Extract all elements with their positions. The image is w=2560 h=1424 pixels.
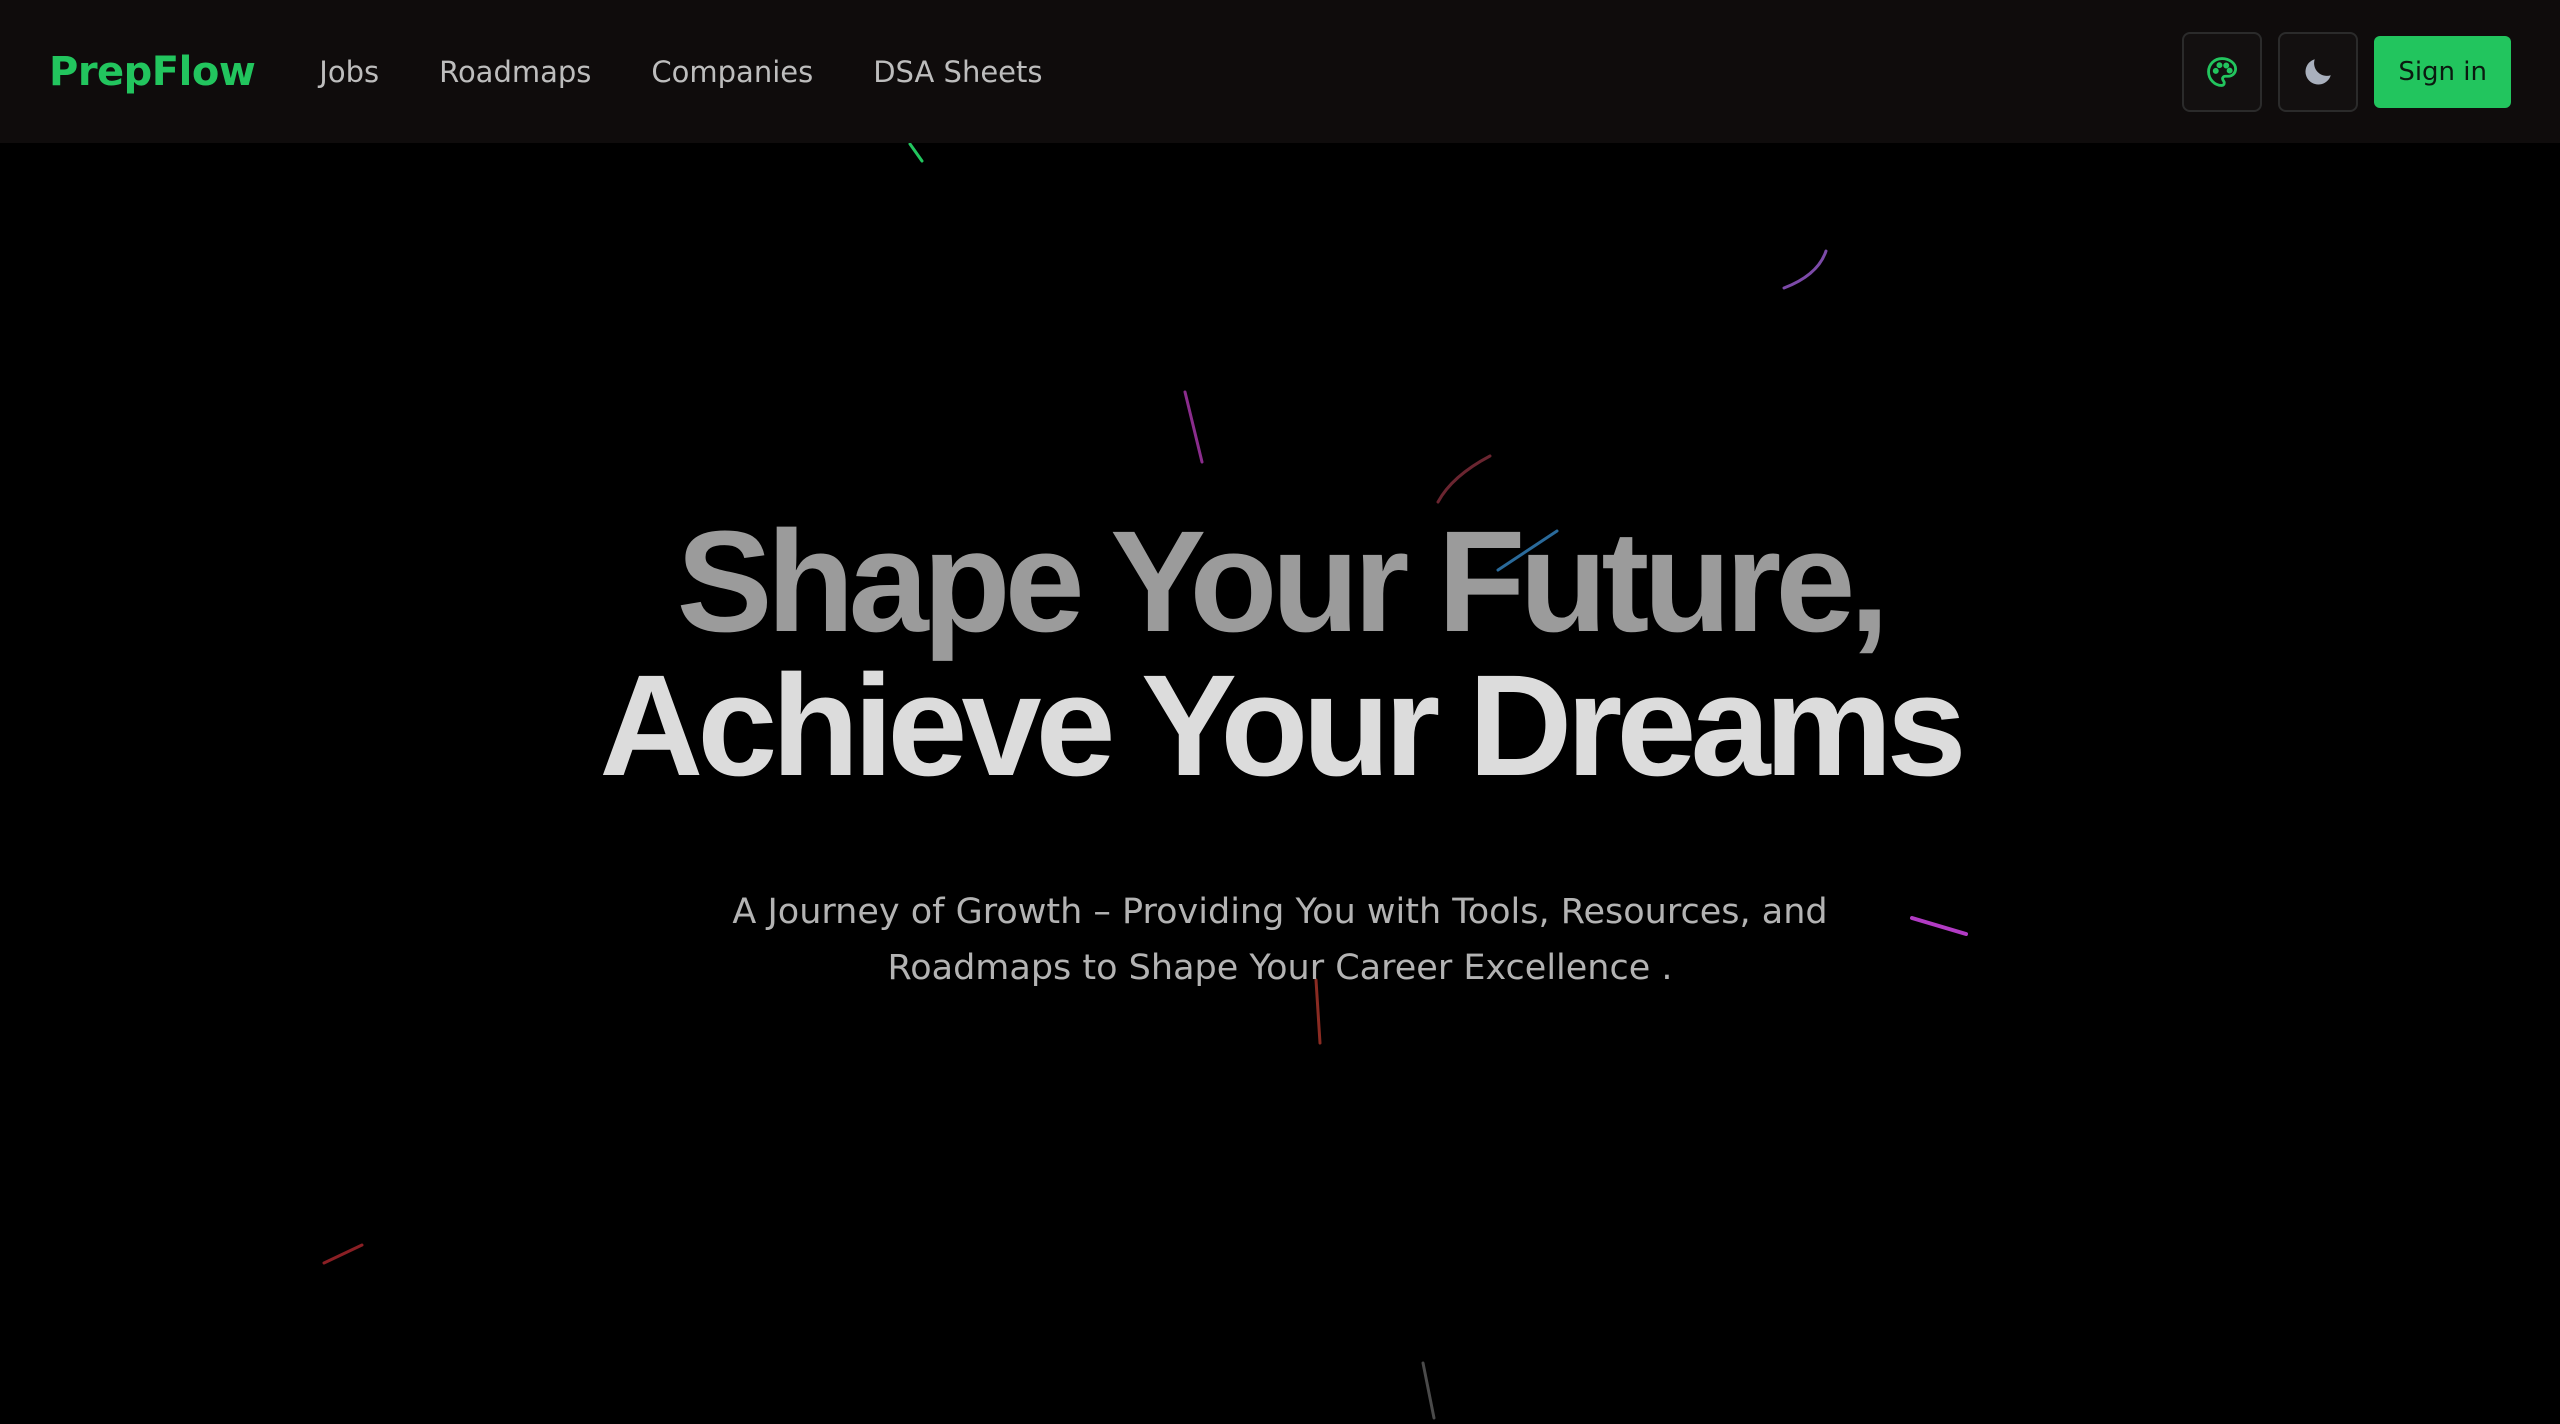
nav-link-jobs[interactable]: Jobs bbox=[319, 55, 379, 89]
streak-purple-top bbox=[1782, 249, 1828, 290]
brand-logo[interactable]: PrepFlow bbox=[49, 49, 256, 95]
nav-link-roadmaps[interactable]: Roadmaps bbox=[439, 55, 591, 89]
nav-link-companies[interactable]: Companies bbox=[651, 55, 813, 89]
streak-magenta bbox=[1183, 390, 1204, 464]
streak-red-left bbox=[322, 1243, 364, 1265]
theme-button[interactable] bbox=[2182, 31, 2263, 112]
primary-nav: Jobs Roadmaps Companies DSA Sheets bbox=[289, 55, 1072, 89]
moon-icon bbox=[2305, 58, 2332, 85]
streak-gray bbox=[1421, 1361, 1436, 1420]
hero-title-line-2: Achieve Your Dreams bbox=[599, 645, 1966, 806]
nav-link-dsa-sheets[interactable]: DSA Sheets bbox=[873, 55, 1042, 89]
streak-green bbox=[908, 142, 924, 163]
sign-in-button[interactable]: Sign in bbox=[2374, 35, 2511, 108]
dark-mode-toggle[interactable] bbox=[2278, 31, 2359, 112]
navbar-actions: Sign in bbox=[2182, 31, 2511, 112]
landing-page: PrepFlow Jobs Roadmaps Companies DSA She… bbox=[0, 0, 2560, 1424]
hero-section: Shape Your Future, Achieve Your Dreams A… bbox=[0, 510, 2560, 996]
hero-title: Shape Your Future, Achieve Your Dreams bbox=[0, 510, 2560, 798]
palette-icon bbox=[2207, 56, 2238, 87]
hero-subtitle: A Journey of Growth – Providing You with… bbox=[732, 892, 1828, 988]
streak-maroon bbox=[1436, 454, 1492, 504]
hero-title-line-1: Shape Your Future, bbox=[676, 501, 1890, 662]
top-navbar: PrepFlow Jobs Roadmaps Companies DSA She… bbox=[0, 0, 2560, 143]
